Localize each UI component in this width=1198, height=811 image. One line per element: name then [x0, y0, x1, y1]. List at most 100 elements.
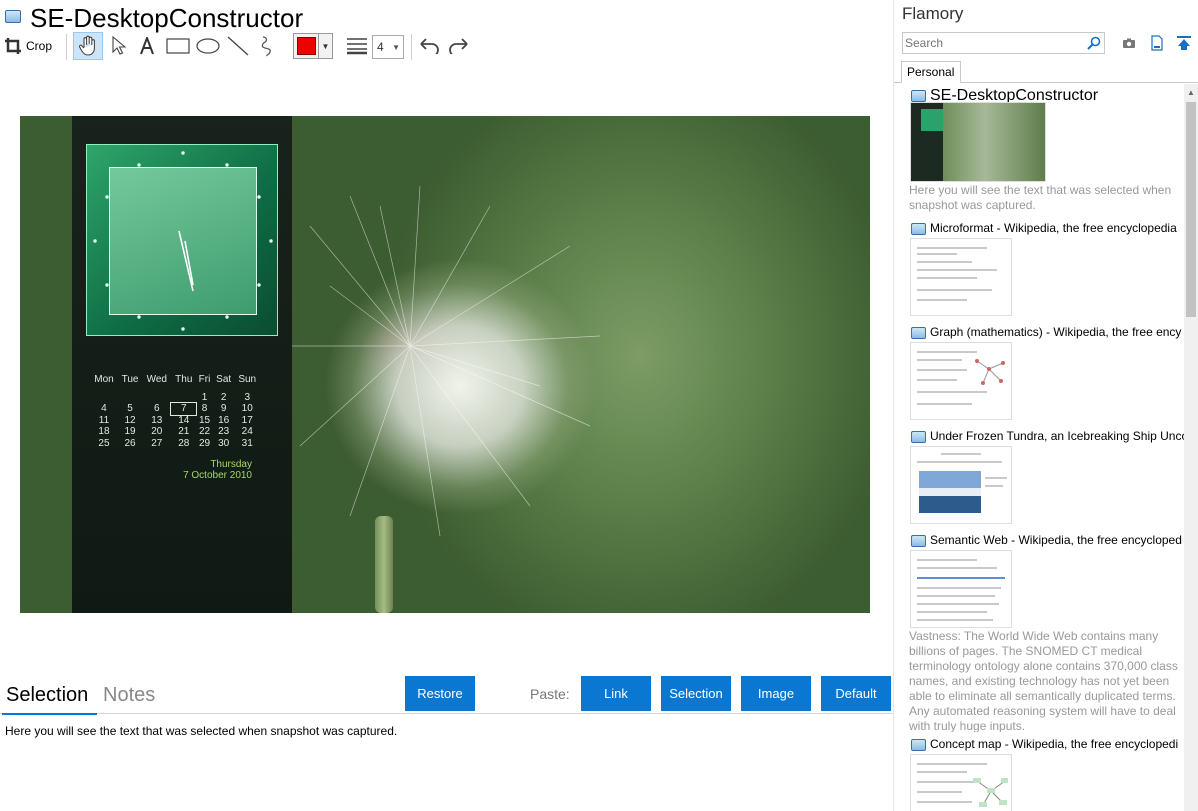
redo-icon [448, 38, 470, 54]
text-tool-button[interactable] [134, 32, 160, 60]
document-icon[interactable] [1148, 34, 1166, 52]
undo-button[interactable] [416, 32, 442, 60]
list-item-title[interactable]: Microformat - Wikipedia, the free encycl… [909, 220, 1184, 240]
paste-image-button[interactable]: Image [741, 676, 811, 711]
calendar-day: 16 [218, 414, 230, 426]
line-width-button[interactable] [344, 32, 370, 60]
calendar-weekday-header: Sun [238, 374, 257, 385]
list-item-description: Here you will see the text that was sele… [909, 183, 1172, 212]
calendar-day [90, 392, 118, 404]
selection-text[interactable]: Here you will see the text that was sele… [5, 724, 397, 738]
page-icon [911, 327, 926, 339]
paste-default-button[interactable]: Default [821, 676, 891, 711]
calendar-day: 18 [98, 426, 110, 437]
snapshot-image[interactable]: Mon Tue Wed Thu Fri Sat Sun 1 2 3 4 5 6 7 8 9 10 11 12 13 14… [20, 116, 870, 613]
tab-personal[interactable]: Personal [901, 61, 961, 83]
ellipse-tool-button[interactable] [194, 32, 222, 60]
calendar-weekday-header: Mon [94, 374, 114, 385]
calendar-day: 2 [220, 391, 227, 403]
calendar-day: 5 [127, 403, 133, 414]
rectangle-tool-button[interactable] [164, 32, 192, 60]
calendar-weekday-header: Tue [121, 374, 139, 385]
calendar-day: 19 [124, 426, 136, 437]
snapshot-thumbnail[interactable] [910, 238, 1012, 316]
undo-icon [418, 38, 440, 54]
page-icon [911, 739, 926, 751]
snapshot-thumbnail[interactable] [910, 446, 1012, 524]
list-item-title[interactable]: Concept map - Wikipedia, the free encycl… [909, 736, 1184, 756]
calendar-today: 7 [170, 402, 198, 416]
calendar-week-row: 4 5 6 7 8 9 10 [90, 402, 260, 416]
color-picker[interactable]: ▼ [293, 33, 333, 59]
calendar-day: 26 [124, 437, 136, 449]
sidebar-scrollbar[interactable]: ▲ [1184, 84, 1198, 811]
crop-label: Crop [26, 39, 53, 53]
line-width-select[interactable]: 4 ▼ [372, 35, 404, 59]
page-icon [911, 223, 926, 235]
clock-widget [86, 144, 278, 336]
paste-label: Paste: [530, 686, 570, 702]
calendar-full-date: 7 October 2010 [183, 470, 252, 481]
calendar-day: 30 [218, 437, 230, 449]
calendar-day: 1 [201, 391, 208, 403]
search-icon[interactable] [1087, 36, 1101, 55]
calendar-week-row: 25 26 27 28 29 30 31 [90, 438, 260, 450]
tab-notes[interactable]: Notes [103, 684, 155, 707]
calendar-day: 9 [220, 403, 227, 414]
snapshot-thumbnail[interactable] [910, 754, 1012, 811]
search-box[interactable] [902, 32, 1105, 54]
snapshot-editor-pane: SE-DesktopConstructor Crop ▼ 4 ▼ Mon Tue… [0, 0, 893, 811]
search-input[interactable] [905, 35, 1085, 51]
calendar-weekday-header: Wed [146, 374, 167, 385]
restore-button[interactable]: Restore [405, 676, 475, 711]
calendar-weekday-header: Sat [216, 374, 232, 385]
calendar-day: 31 [241, 437, 253, 449]
calendar-day: 14 [178, 414, 190, 426]
calendar-day: 28 [178, 437, 190, 449]
snapshot-thumbnail[interactable] [910, 102, 1046, 182]
freehand-tool-button[interactable] [255, 32, 281, 60]
thumbnail-clock [921, 109, 943, 131]
collapse-panel-icon[interactable] [1175, 34, 1193, 52]
color-swatch [297, 37, 316, 55]
page-icon [5, 10, 21, 23]
calendar-day: 24 [241, 426, 253, 437]
paste-selection-button[interactable]: Selection [661, 676, 731, 711]
camera-icon[interactable] [1120, 34, 1138, 52]
tab-divider [0, 713, 893, 714]
scrollbar-thumb[interactable] [1186, 102, 1196, 317]
tab-selection[interactable]: Selection [6, 684, 88, 707]
calendar-grid: Mon Tue Wed Thu Fri Sat Sun 1 2 3 4 5 6 7 8 9 10 11 12 13 14… [90, 374, 260, 449]
calendar-day [171, 392, 196, 404]
paste-link-button[interactable]: Link [581, 676, 651, 711]
calendar-day: 3 [244, 391, 250, 403]
line-tool-button[interactable] [225, 32, 251, 60]
graph-diagram-icon [975, 359, 1005, 385]
calendar-day: 15 [198, 414, 211, 426]
scroll-up-icon[interactable]: ▲ [1184, 84, 1198, 100]
crop-button[interactable]: Crop [4, 32, 60, 60]
snapshot-thumbnail[interactable] [910, 342, 1012, 420]
toolbar-divider [66, 34, 67, 60]
list-item-title[interactable]: Semantic Web - Wikipedia, the free encyc… [909, 532, 1184, 552]
calendar-day [142, 392, 171, 404]
list-item-label: Microformat - Wikipedia, the free encycl… [930, 221, 1177, 235]
line-icon [227, 36, 249, 56]
crop-icon [4, 37, 22, 55]
hand-tool-button[interactable] [73, 32, 103, 60]
calendar-weekday-header: Fri [198, 374, 211, 385]
calendar-day: 12 [124, 414, 136, 426]
text-icon [139, 37, 155, 55]
list-item-label: Graph (mathematics) - Wikipedia, the fre… [930, 325, 1182, 339]
calendar-week-row: 12 3 [90, 392, 260, 404]
freehand-icon [259, 35, 277, 57]
redo-button[interactable] [446, 32, 472, 60]
list-item-title[interactable]: Under Frozen Tundra, an Icebreaking Ship… [909, 428, 1184, 448]
list-item-title[interactable]: Graph (mathematics) - Wikipedia, the fre… [909, 324, 1184, 344]
hand-icon [78, 35, 98, 57]
active-tab-indicator [2, 713, 97, 715]
rectangle-icon [166, 38, 190, 54]
calendar-day: 10 [241, 403, 253, 414]
snapshot-thumbnail[interactable] [910, 550, 1012, 628]
pointer-tool-button[interactable] [106, 32, 132, 60]
